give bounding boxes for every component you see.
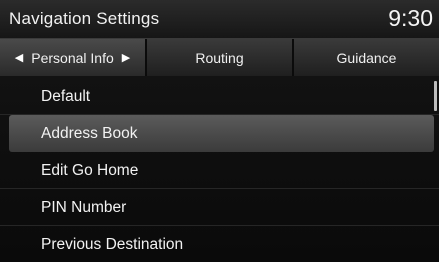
menu-item-label: Edit Go Home: [41, 162, 139, 179]
menu-item-label: PIN Number: [41, 199, 127, 216]
tab-guidance[interactable]: Guidance: [294, 39, 439, 76]
tab-label: Personal Info: [31, 49, 114, 66]
menu-item-edit-go-home[interactable]: Edit Go Home: [0, 152, 439, 189]
menu-item-label: Default: [41, 88, 91, 105]
left-arrow-icon[interactable]: ◀: [15, 51, 23, 64]
menu-item-default[interactable]: Default: [0, 78, 439, 115]
tab-personal-info[interactable]: ◀ Personal Info ▶: [0, 39, 147, 76]
right-arrow-icon[interactable]: ▶: [122, 51, 130, 64]
tab-routing[interactable]: Routing: [147, 39, 294, 76]
page-title: Navigation Settings: [9, 9, 160, 28]
menu-item-address-book[interactable]: Address Book: [9, 115, 434, 152]
menu-item-pin-number[interactable]: PIN Number: [0, 189, 439, 226]
settings-menu-list: Default Address Book Edit Go Home PIN Nu…: [0, 78, 439, 262]
settings-tabs: ◀ Personal Info ▶ Routing Guidance: [0, 39, 439, 76]
tab-label: Guidance: [336, 49, 397, 66]
title-bar: Navigation Settings 9:30: [0, 0, 439, 39]
menu-item-previous-destination[interactable]: Previous Destination: [0, 226, 439, 262]
scroll-indicator: [434, 81, 437, 111]
clock: 9:30: [388, 5, 433, 31]
navigation-settings-screen: Navigation Settings 9:30 ◀ Personal Info…: [0, 0, 439, 262]
menu-item-label: Previous Destination: [41, 236, 184, 253]
tab-label: Routing: [195, 49, 244, 66]
menu-item-label: Address Book: [41, 125, 138, 142]
